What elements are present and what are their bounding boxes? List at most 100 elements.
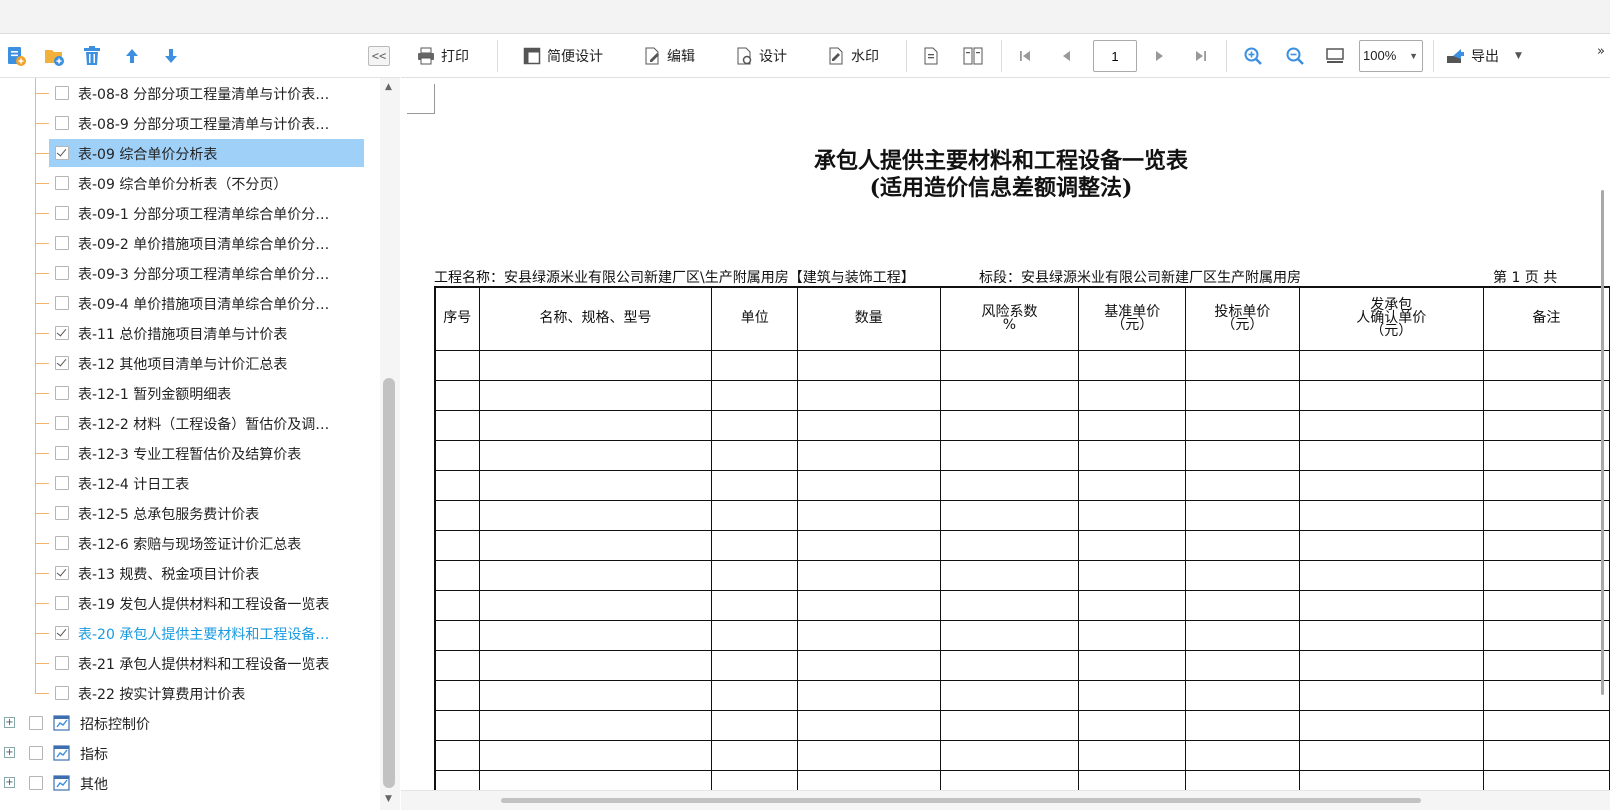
tree-item[interactable]: 表-21 承包人提供材料和工程设备一览表: [0, 648, 380, 678]
tree-item-checkbox[interactable]: [55, 146, 69, 160]
preview-horizontal-scrollbar[interactable]: [401, 790, 1610, 810]
table-cell: [434, 559, 480, 591]
tree-item[interactable]: 表-12-6 索赔与现场签证计价汇总表: [0, 528, 380, 558]
table-cell: [478, 529, 713, 561]
move-down-icon[interactable]: [158, 43, 184, 69]
zoom-in-icon[interactable]: [1241, 44, 1265, 68]
tree-item[interactable]: 表-09-2 单价措施项目清单综合单价分…: [0, 228, 380, 258]
table-cell: [711, 469, 799, 501]
table-row: [434, 499, 1610, 531]
zoom-select[interactable]: 100% ▼: [1359, 40, 1423, 72]
table-cell: [1298, 469, 1484, 501]
next-page-icon[interactable]: [1147, 44, 1171, 68]
tree-item-checkbox[interactable]: [55, 116, 69, 130]
tree-item[interactable]: 表-09 综合单价分析表: [0, 138, 380, 168]
tree-item-checkbox[interactable]: [55, 86, 69, 100]
simple-design-button[interactable]: 简便设计: [523, 43, 603, 69]
collapse-panel-button[interactable]: <<: [368, 46, 390, 66]
tree-item[interactable]: 表-12-3 专业工程暂估价及结算价表: [0, 438, 380, 468]
table-cell: [1078, 589, 1187, 621]
tree-item[interactable]: 表-11 总价措施项目清单与计价表: [0, 318, 380, 348]
table-row: [434, 739, 1610, 771]
tree-group[interactable]: + 指标: [0, 738, 380, 768]
scroll-up-icon[interactable]: ▲: [385, 82, 392, 92]
tree-item-checkbox[interactable]: [55, 596, 69, 610]
tree-item-checkbox[interactable]: [55, 326, 69, 340]
double-page-icon[interactable]: [961, 44, 985, 68]
horizontal-scrollbar-thumb[interactable]: [501, 798, 1421, 803]
tree-item[interactable]: 表-09 综合单价分析表（不分页）: [0, 168, 380, 198]
tree-item-checkbox[interactable]: [55, 176, 69, 190]
single-page-icon[interactable]: [919, 44, 943, 68]
tree-item-checkbox[interactable]: [55, 686, 69, 700]
expand-icon[interactable]: +: [4, 717, 15, 728]
tree-scrollbar[interactable]: ▲ ▼: [380, 78, 400, 810]
tree-item[interactable]: 表-12 其他项目清单与计价汇总表: [0, 348, 380, 378]
tree-item-checkbox[interactable]: [55, 386, 69, 400]
tree-scrollbar-thumb[interactable]: [383, 378, 395, 788]
tree-group-checkbox[interactable]: [29, 716, 43, 730]
expand-icon[interactable]: +: [4, 747, 15, 758]
tree-item-checkbox[interactable]: [55, 656, 69, 670]
edit-button[interactable]: 编辑: [643, 43, 695, 69]
first-page-icon[interactable]: [1013, 44, 1037, 68]
tree-item[interactable]: 表-09-1 分部分项工程清单综合单价分…: [0, 198, 380, 228]
tree-line: [35, 483, 49, 484]
tree-item[interactable]: 表-08-8 分部分项工程量清单与计价表…: [0, 78, 380, 108]
scroll-down-icon[interactable]: ▼: [385, 794, 392, 804]
tree-item-checkbox[interactable]: [55, 356, 69, 370]
table-cell: [711, 589, 799, 621]
table-header-cell: 单位: [711, 286, 799, 351]
delete-icon[interactable]: [79, 43, 105, 69]
tree-item-checkbox[interactable]: [55, 206, 69, 220]
watermark-button[interactable]: 水印: [827, 43, 879, 69]
add-folder-icon[interactable]: [41, 43, 67, 69]
tree-group-checkbox[interactable]: [29, 776, 43, 790]
tree-item-checkbox[interactable]: [55, 536, 69, 550]
tree-group[interactable]: + 招标控制价: [0, 708, 380, 738]
tree-item-checkbox[interactable]: [55, 506, 69, 520]
preview-vertical-scrollbar[interactable]: [1601, 190, 1604, 695]
zoom-out-icon[interactable]: [1283, 44, 1307, 68]
page-number-input[interactable]: [1093, 40, 1137, 72]
export-button[interactable]: 导出 ▼: [1445, 43, 1522, 69]
tree-item-checkbox[interactable]: [55, 566, 69, 580]
tree-item-checkbox[interactable]: [55, 236, 69, 250]
previous-page-icon[interactable]: [1055, 44, 1079, 68]
tree-item[interactable]: 表-09-3 分部分项工程清单综合单价分…: [0, 258, 380, 288]
tree-item-checkbox[interactable]: [55, 266, 69, 280]
expand-icon[interactable]: +: [4, 777, 15, 788]
tree-item-checkbox[interactable]: [55, 476, 69, 490]
tree-item-label: 表-22 按实计算费用计价表: [78, 687, 246, 703]
print-button[interactable]: 打印: [417, 43, 469, 69]
last-page-icon[interactable]: [1189, 44, 1213, 68]
tree-item[interactable]: 表-08-9 分部分项工程量清单与计价表…: [0, 108, 380, 138]
tree-item[interactable]: 表-09-4 单价措施项目清单综合单价分…: [0, 288, 380, 318]
tree-group[interactable]: + 其他: [0, 768, 380, 798]
table-cell: [1185, 619, 1300, 651]
tree-item[interactable]: 表-22 按实计算费用计价表: [0, 678, 380, 708]
tree-item[interactable]: 表-19 发包人提供材料和工程设备一览表: [0, 588, 380, 618]
toolbar-divider: [906, 40, 907, 72]
tree-item[interactable]: 表-20 承包人提供主要材料和工程设备…: [0, 618, 380, 648]
tree-item-checkbox[interactable]: [55, 416, 69, 430]
tree-group-checkbox[interactable]: [29, 746, 43, 760]
tree-item[interactable]: 表-12-2 材料（工程设备）暂估价及调…: [0, 408, 380, 438]
table-cell: [1185, 409, 1300, 441]
tree-item-checkbox[interactable]: [55, 626, 69, 640]
move-up-icon[interactable]: [119, 43, 145, 69]
table-cell: [434, 499, 480, 531]
tree-item-checkbox[interactable]: [55, 296, 69, 310]
add-report-icon[interactable]: [3, 43, 29, 69]
design-button[interactable]: 设计: [735, 43, 787, 69]
tree-item[interactable]: 表-12-5 总承包服务费计价表: [0, 498, 380, 528]
table-cell: [1298, 349, 1484, 381]
table-cell: [797, 649, 941, 681]
more-tools-button[interactable]: »: [1597, 44, 1605, 59]
tree-item[interactable]: 表-12-4 计日工表: [0, 468, 380, 498]
tree-item-checkbox[interactable]: [55, 446, 69, 460]
tree-item[interactable]: 表-12-1 暂列金额明细表: [0, 378, 380, 408]
tree-item[interactable]: 表-13 规费、税金项目计价表: [0, 558, 380, 588]
fit-width-icon[interactable]: [1323, 44, 1347, 68]
table-cell: [1185, 469, 1300, 501]
